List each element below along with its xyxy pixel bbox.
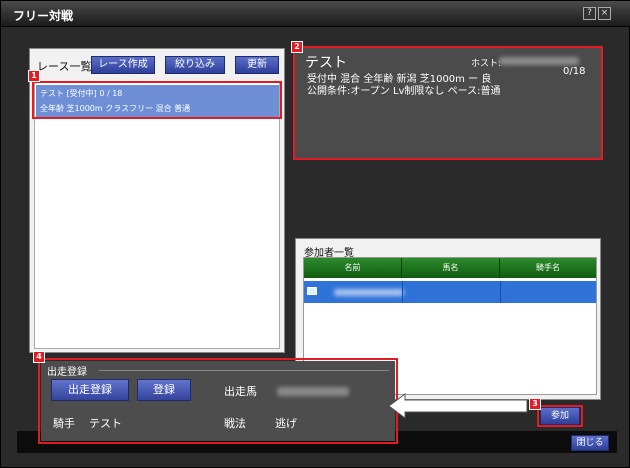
race-list-label: レース一覧 <box>37 60 92 73</box>
column-divider <box>500 281 501 303</box>
badge-4: 4 <box>33 351 45 363</box>
close-icon[interactable]: × <box>598 7 611 20</box>
column-name[interactable]: 名前 <box>304 258 402 278</box>
badge-1: 1 <box>28 70 40 82</box>
close-button[interactable]: 閉じる <box>571 435 609 451</box>
highlight-box-1 <box>32 81 282 119</box>
left-arrow-icon <box>389 393 528 419</box>
player-name-redacted <box>334 289 404 296</box>
create-race-button[interactable]: レース作成 <box>91 56 155 74</box>
column-divider <box>402 281 403 303</box>
highlight-box-3 <box>537 405 583 427</box>
free-match-window: フリー対戦 ? × レース一覧 レース作成 絞り込み 更新 テスト [受付中] … <box>0 0 630 468</box>
table-header: 名前 馬名 騎手名 <box>304 258 596 278</box>
title-bar[interactable]: フリー対戦 ? × <box>1 1 630 27</box>
race-list[interactable]: テスト [受付中] 0 / 18 全年齢 芝1000m クラスフリー 混合 普通 <box>34 81 280 349</box>
badge-2: 2 <box>291 41 303 53</box>
highlight-box-2 <box>293 46 603 160</box>
player-icon <box>307 287 317 295</box>
table-row[interactable] <box>304 281 596 303</box>
window-title: フリー対戦 <box>13 9 74 23</box>
column-jockey[interactable]: 騎手名 <box>500 258 596 278</box>
filter-button[interactable]: 絞り込み <box>165 56 225 74</box>
highlight-box-4 <box>38 358 398 444</box>
help-icon[interactable]: ? <box>583 7 596 20</box>
badge-3: 3 <box>529 398 541 410</box>
refresh-button[interactable]: 更新 <box>235 56 279 74</box>
column-horse[interactable]: 馬名 <box>402 258 500 278</box>
